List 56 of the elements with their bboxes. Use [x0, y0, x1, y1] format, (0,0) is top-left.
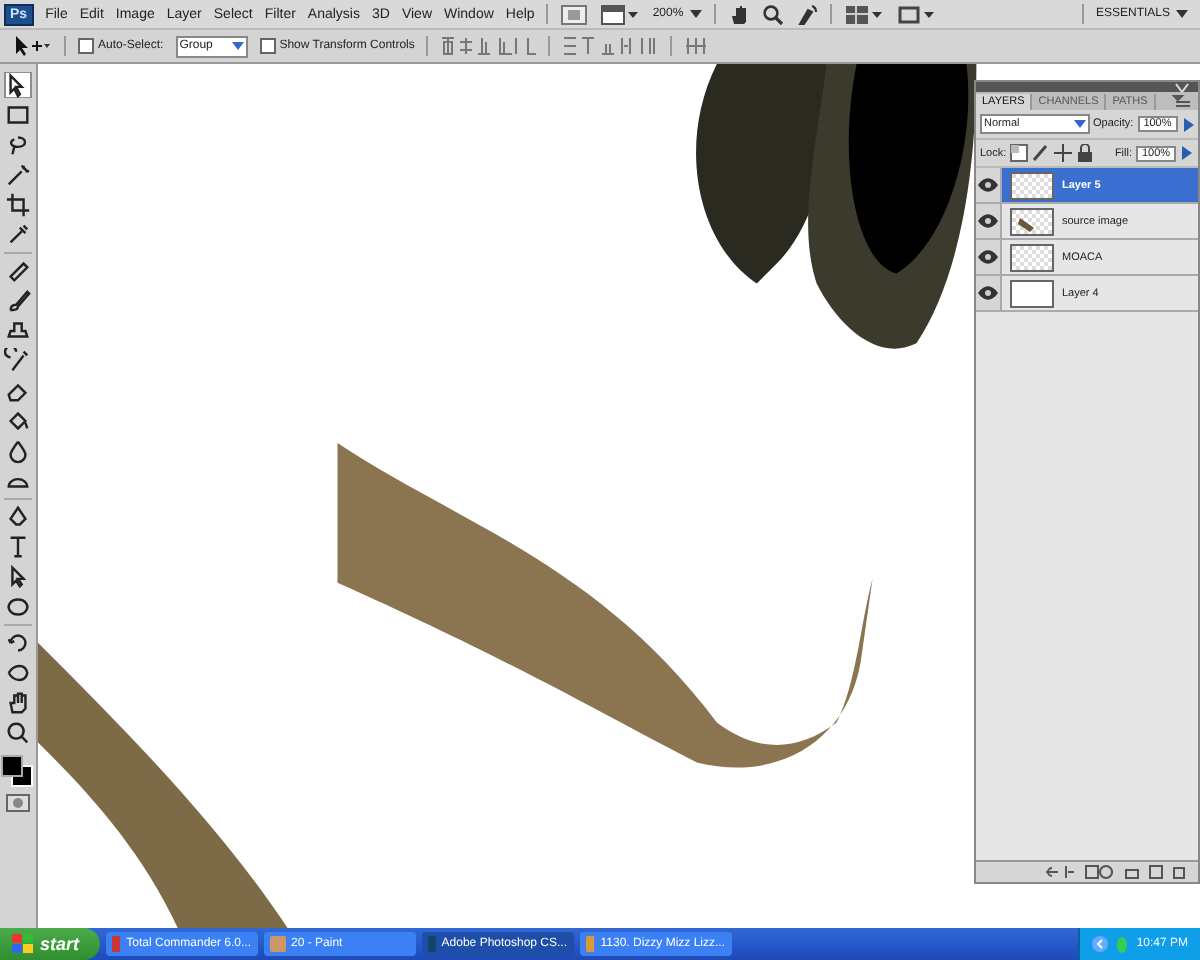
- eye-icon[interactable]: [978, 178, 998, 192]
- hand-icon[interactable]: [4, 690, 32, 716]
- panel-menu-icon[interactable]: [1172, 94, 1192, 110]
- eye-icon[interactable]: [978, 286, 998, 300]
- lasso-icon[interactable]: [4, 132, 32, 158]
- zoom-icon[interactable]: [761, 3, 784, 25]
- caret-icon: [1176, 10, 1188, 18]
- magic-wand-icon[interactable]: [4, 162, 32, 188]
- align-buttons-icon[interactable]: [440, 36, 537, 56]
- opacity-slider-arrow-icon[interactable]: [1181, 115, 1194, 133]
- pen-icon[interactable]: [4, 504, 32, 530]
- move-tool-icon[interactable]: [4, 72, 32, 98]
- rotate-icon[interactable]: [4, 630, 32, 656]
- transform-controls-checkbox[interactable]: [259, 38, 276, 54]
- image-thumbnail: [1010, 207, 1054, 235]
- caret-icon: [231, 42, 244, 50]
- arrange-documents-icon[interactable]: [843, 3, 884, 25]
- auto-select-checkbox[interactable]: [78, 38, 94, 54]
- lock-transparency-icon[interactable]: [1010, 144, 1029, 162]
- screen-frame-icon[interactable]: [895, 3, 936, 25]
- app-icon: [585, 936, 595, 952]
- marquee-icon[interactable]: [4, 102, 32, 128]
- paint-bucket-icon[interactable]: [4, 408, 32, 434]
- quick-mask-icon[interactable]: [6, 794, 30, 812]
- caret-icon: [689, 10, 702, 18]
- move-cross-icon[interactable]: [1054, 144, 1073, 162]
- eye-icon[interactable]: [978, 250, 998, 264]
- eyedropper-icon[interactable]: [4, 222, 32, 248]
- windows-flag-icon: [12, 934, 34, 954]
- transparent-thumbnail: [1010, 171, 1054, 199]
- zoom-icon[interactable]: [4, 720, 32, 746]
- fill-slider-arrow-icon[interactable]: [1180, 144, 1194, 162]
- eye-icon[interactable]: [978, 214, 998, 228]
- app-icon: [111, 936, 121, 952]
- color-swatches-icon[interactable]: [0, 750, 36, 790]
- app-icon: [427, 936, 436, 952]
- distribute-buttons-icon[interactable]: [562, 36, 659, 56]
- lock-icon[interactable]: [1076, 144, 1095, 162]
- drop-icon[interactable]: [4, 438, 32, 464]
- layer-actions-icon[interactable]: [1046, 864, 1186, 880]
- hand-icon[interactable]: [727, 3, 750, 25]
- stamp-icon[interactable]: [4, 318, 32, 344]
- orbit-icon[interactable]: [4, 660, 32, 686]
- bridge-icon[interactable]: [560, 3, 589, 25]
- move-tool-icon[interactable]: [12, 34, 52, 58]
- auto-align-icon[interactable]: [684, 36, 709, 56]
- caret-icon: [1073, 120, 1085, 128]
- eraser-icon[interactable]: [4, 378, 32, 404]
- screen-mode-icon[interactable]: [600, 3, 641, 25]
- chevron-icon[interactable]: [1092, 936, 1109, 952]
- crop-icon[interactable]: [4, 192, 32, 218]
- app-icon: [269, 936, 286, 952]
- panel-collapse-icon[interactable]: [1174, 82, 1194, 92]
- bandage-icon[interactable]: [4, 258, 32, 284]
- blank-thumbnail: [1010, 279, 1054, 307]
- transparent-thumbnail: [1010, 243, 1054, 271]
